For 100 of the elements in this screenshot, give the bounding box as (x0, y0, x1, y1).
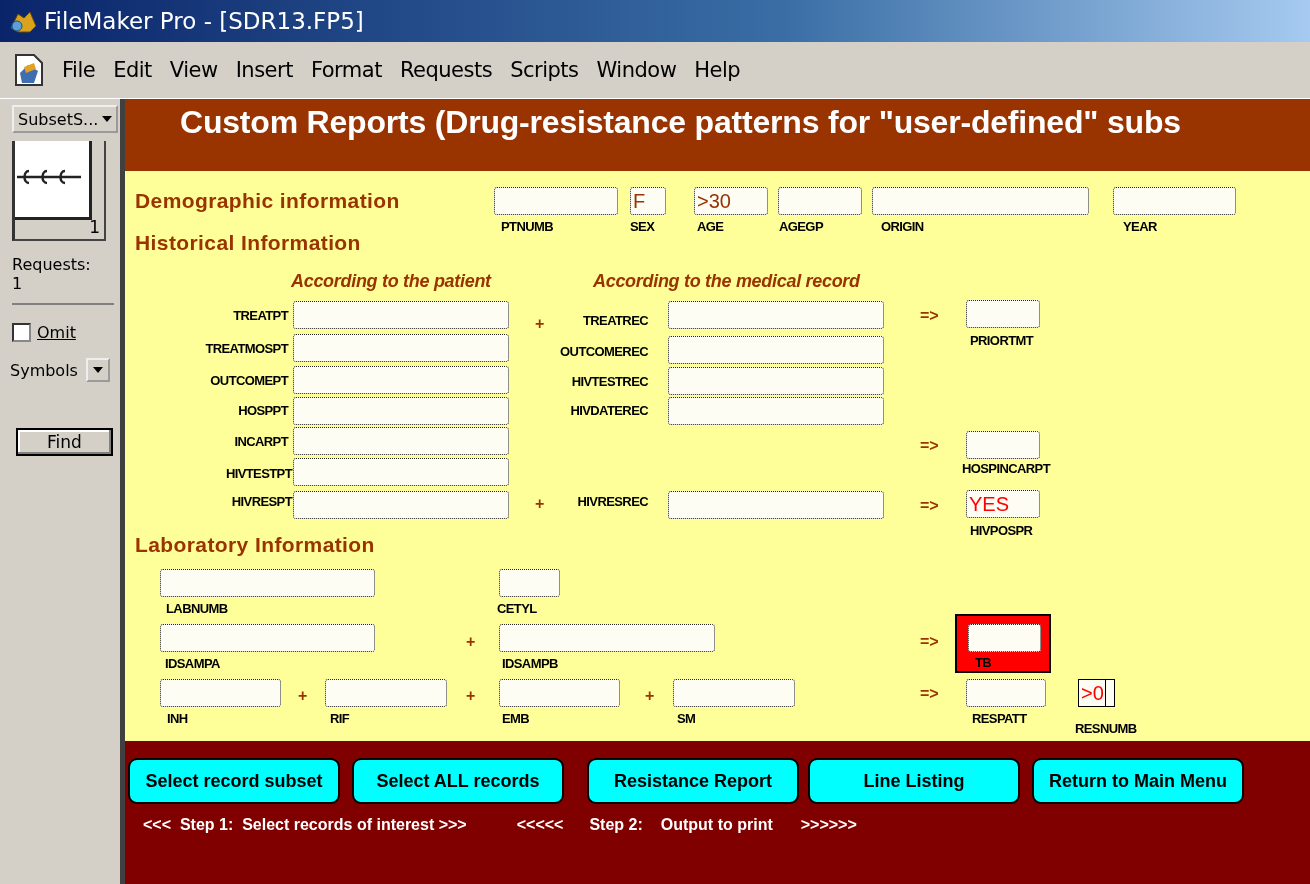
field-label: SEX (630, 219, 655, 234)
field-label: HIVPOSPR (970, 523, 1033, 538)
symbols-label: Symbols (10, 360, 78, 380)
field-label: INH (167, 711, 188, 726)
field-label: IDSAMPA (165, 656, 220, 671)
rings-icon (17, 169, 81, 185)
field-label: HIVRESREC (577, 494, 648, 509)
menu-item[interactable]: Format (310, 58, 382, 82)
input-field[interactable] (872, 187, 1089, 215)
input-field[interactable] (966, 679, 1046, 707)
input-field[interactable] (668, 367, 884, 395)
field-label: YEAR (1123, 219, 1157, 234)
field-label: EMB (502, 711, 530, 726)
step-text: <<<<< (516, 816, 564, 834)
menu-item[interactable]: Requests (399, 58, 493, 82)
input-field[interactable] (293, 366, 509, 394)
menu-item[interactable]: File (62, 58, 96, 82)
menu-item[interactable]: View (169, 58, 218, 82)
field-label: TREATPT (233, 308, 288, 323)
input-field[interactable] (966, 431, 1040, 459)
omit-label: Omit (37, 323, 76, 342)
field-label: HIVDATEREC (570, 403, 648, 418)
input-field[interactable] (293, 397, 509, 425)
input-field[interactable] (293, 458, 509, 486)
menu-item[interactable]: Scripts (510, 58, 579, 82)
input-field[interactable]: >0 (1078, 679, 1115, 707)
section-heading: Laboratory Information (135, 533, 375, 557)
step-text: Output to print (660, 816, 773, 834)
symbols-dropdown[interactable] (85, 358, 110, 382)
window-title: FileMaker Pro - [SDR13.FP5] (44, 8, 364, 34)
find-button[interactable]: Find (16, 428, 113, 456)
field-label: RESNUMB (1075, 721, 1137, 736)
field-label: TB (975, 655, 992, 670)
field-label: HOSPPT (238, 403, 288, 418)
section-heading: Historical Information (135, 231, 361, 255)
operator-text: + (535, 315, 545, 333)
input-field[interactable] (499, 679, 620, 707)
operator-text: + (535, 495, 545, 513)
field-label: TREATREC (583, 313, 648, 328)
input-field[interactable]: YES (966, 490, 1040, 518)
menu-item[interactable]: Help (694, 58, 741, 82)
input-field[interactable] (778, 187, 862, 215)
input-field[interactable] (499, 569, 560, 597)
input-field[interactable] (668, 301, 884, 329)
field-label: PRIORTMT (970, 333, 1034, 348)
input-field[interactable]: F (630, 187, 666, 215)
input-field[interactable] (494, 187, 618, 215)
input-field[interactable] (966, 300, 1040, 328)
operator-text: => (920, 685, 939, 703)
operator-text: => (920, 633, 939, 651)
field-label: HIVRESPT (231, 494, 292, 509)
input-field[interactable] (160, 569, 375, 597)
action-button[interactable]: Return to Main Menu (1032, 758, 1244, 804)
field-label: HIVTESTREC (571, 374, 648, 389)
field-label: INCARPT (234, 434, 288, 449)
input-field[interactable] (160, 624, 375, 652)
layout-title: Custom Reports (Drug-resistance patterns for "user-defined" subs (180, 104, 1181, 141)
input-field[interactable]: >30 (694, 187, 768, 215)
input-field[interactable] (499, 624, 715, 652)
field-label: RIF (330, 711, 350, 726)
action-button[interactable]: Resistance Report (587, 758, 799, 804)
input-field[interactable] (668, 491, 884, 519)
input-field[interactable] (325, 679, 447, 707)
field-label: IDSAMPB (502, 656, 558, 671)
field-label: LABNUMB (166, 601, 228, 616)
operator-text: + (298, 687, 308, 705)
field-label: OUTCOMEPT (210, 373, 288, 388)
caret-icon (92, 367, 103, 373)
action-button[interactable]: Line Listing (808, 758, 1020, 804)
step-text: Step 2: (589, 816, 643, 834)
field-label: CETYL (497, 601, 537, 616)
input-field[interactable] (1113, 187, 1236, 215)
column-heading: According to the medical record (593, 271, 860, 292)
step-text: <<< Step 1: Select records of interest >>> (143, 816, 467, 834)
input-field[interactable] (293, 491, 509, 519)
field-label: AGEGP (779, 219, 823, 234)
step-text: >>>>>> (800, 816, 857, 834)
action-button[interactable]: Select ALL records (352, 758, 564, 804)
input-field[interactable] (968, 624, 1041, 652)
book-control[interactable]: 1 (12, 141, 106, 241)
input-field[interactable] (293, 334, 509, 362)
field-label: AGE (697, 219, 724, 234)
input-field[interactable] (668, 397, 884, 425)
input-field[interactable] (668, 336, 884, 364)
layout-dropdown[interactable]: SubsetS... (12, 105, 118, 133)
action-button[interactable]: Select record subset (128, 758, 340, 804)
omit-checkbox[interactable] (12, 323, 31, 342)
menu-item[interactable]: Insert (235, 58, 293, 82)
field-label: SM (677, 711, 696, 726)
field-label: HOSPINCARPT (962, 461, 1051, 476)
input-field[interactable] (293, 427, 509, 455)
operator-text: => (920, 437, 939, 455)
input-field[interactable] (160, 679, 281, 707)
input-field[interactable] (293, 301, 509, 329)
menu-item[interactable]: Window (596, 58, 677, 82)
input-field[interactable] (673, 679, 795, 707)
operator-text: + (466, 633, 476, 651)
field-label: HIVTESTPT (225, 466, 292, 481)
document-icon[interactable] (14, 53, 44, 87)
menu-item[interactable]: Edit (113, 58, 152, 82)
